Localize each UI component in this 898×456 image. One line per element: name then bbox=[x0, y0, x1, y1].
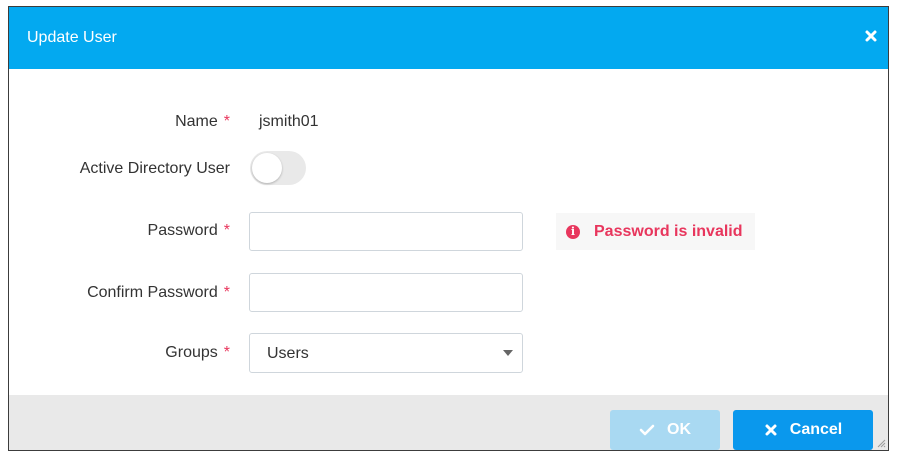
password-error-text: Password is invalid bbox=[594, 222, 743, 240]
update-user-dialog: Update User Name * jsmith01 Active Direct… bbox=[8, 6, 889, 451]
password-error: i Password is invalid bbox=[556, 213, 755, 250]
chevron-down-icon bbox=[503, 350, 513, 356]
dialog-header: Update User bbox=[9, 7, 888, 69]
password-label: Password * bbox=[147, 222, 230, 239]
ok-button[interactable]: OK bbox=[610, 410, 720, 450]
info-circle-icon: i bbox=[566, 224, 580, 239]
ok-label: OK bbox=[667, 421, 691, 438]
required-mark: * bbox=[223, 113, 230, 130]
required-mark: * bbox=[223, 222, 230, 239]
active-directory-label: Active Directory User bbox=[79, 160, 230, 177]
confirm-password-input[interactable] bbox=[249, 273, 523, 312]
required-mark: * bbox=[223, 284, 230, 301]
cancel-label: Cancel bbox=[789, 421, 843, 438]
dialog-title: Update User bbox=[27, 29, 117, 46]
check-icon bbox=[639, 424, 655, 436]
name-value: jsmith01 bbox=[259, 113, 319, 130]
groups-select[interactable]: Users bbox=[249, 333, 523, 373]
close-icon[interactable] bbox=[864, 29, 878, 43]
toggle-knob bbox=[252, 153, 282, 183]
active-directory-toggle[interactable] bbox=[250, 151, 306, 185]
dialog-footer: OK Cancel bbox=[9, 395, 888, 450]
confirm-password-label: Confirm Password * bbox=[87, 284, 230, 301]
required-mark: * bbox=[223, 344, 230, 361]
groups-label: Groups * bbox=[165, 344, 230, 361]
cancel-button[interactable]: Cancel bbox=[733, 410, 873, 450]
groups-selected-value: Users bbox=[267, 345, 309, 362]
name-label: Name * bbox=[175, 113, 230, 130]
close-icon bbox=[765, 424, 777, 436]
password-input[interactable] bbox=[249, 212, 523, 251]
resize-handle-icon[interactable] bbox=[876, 438, 886, 448]
dialog-body: Name * jsmith01 Active Directory User Pas… bbox=[9, 69, 888, 395]
